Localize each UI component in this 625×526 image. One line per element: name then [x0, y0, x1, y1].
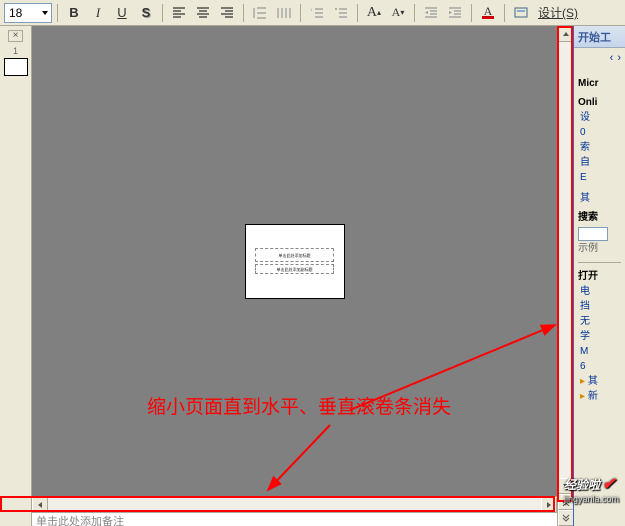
- slide-number: 1: [0, 46, 31, 56]
- vertical-scrollbar[interactable]: [557, 26, 573, 526]
- task-link[interactable]: 索: [580, 140, 621, 155]
- horizontal-scrollbar[interactable]: [32, 496, 557, 512]
- task-pane-body: Micr Onli 设 0 索 自 E 其 搜索 示例 打开 电 挡 无 学 M…: [574, 68, 625, 408]
- task-forward-button[interactable]: ›: [617, 52, 621, 64]
- scroll-up-button[interactable]: [558, 26, 574, 42]
- formatting-toolbar: 18 B I U S 1 A▴ A▾ A: [0, 0, 625, 26]
- recent-file-link[interactable]: 6: [580, 359, 621, 374]
- align-center-button[interactable]: [192, 2, 214, 24]
- shadow-button[interactable]: S: [135, 2, 157, 24]
- font-color-swatch: [482, 16, 494, 19]
- underline-button[interactable]: U: [111, 2, 133, 24]
- recent-file-link[interactable]: M: [580, 344, 621, 359]
- svg-text:1: 1: [310, 7, 313, 12]
- font-size-value: 18: [9, 6, 22, 20]
- toolbar-separator: [504, 4, 505, 22]
- task-pane-title: 开始工: [578, 29, 611, 45]
- italic-button[interactable]: I: [87, 2, 109, 24]
- panel-close-button[interactable]: ×: [8, 30, 23, 42]
- task-link[interactable]: 其: [580, 191, 621, 206]
- scroll-left-button[interactable]: [32, 497, 48, 513]
- toolbar-separator: [357, 4, 358, 22]
- scrollbar-track[interactable]: [558, 42, 573, 478]
- toolbar-separator: [243, 4, 244, 22]
- slide[interactable]: 单击此处添加标题 单击此处添加副标题: [245, 224, 345, 299]
- bold-button[interactable]: B: [63, 2, 85, 24]
- font-size-select[interactable]: 18: [4, 3, 52, 23]
- design-dropdown-icon[interactable]: [510, 2, 532, 24]
- decrease-indent-button[interactable]: [420, 2, 442, 24]
- bullet-list-button[interactable]: [330, 2, 352, 24]
- toolbar-separator: [162, 4, 163, 22]
- recent-file-link[interactable]: 学: [580, 329, 621, 344]
- scroll-down-button[interactable]: [558, 478, 574, 494]
- design-button[interactable]: 设计(S): [534, 4, 582, 21]
- task-link[interactable]: 设: [580, 110, 621, 125]
- slide-thumbnail[interactable]: [4, 58, 28, 76]
- example-label: 示例: [578, 241, 621, 256]
- toolbar-separator: [300, 4, 301, 22]
- recent-file-link[interactable]: 电: [580, 284, 621, 299]
- numbered-list-button[interactable]: 1: [306, 2, 328, 24]
- office-online-heading: Micr: [578, 76, 621, 91]
- align-left-button[interactable]: [168, 2, 190, 24]
- task-pane: 开始工 ‹ › Micr Onli 设 0 索 自 E 其 搜索 示例 打开 电…: [573, 26, 625, 526]
- slide-canvas[interactable]: 单击此处添加标题 单击此处添加副标题: [32, 26, 557, 496]
- task-back-button[interactable]: ‹: [610, 52, 614, 64]
- line-spacing-button[interactable]: [249, 2, 271, 24]
- align-right-button[interactable]: [216, 2, 238, 24]
- notes-pane[interactable]: 单击此处添加备注: [32, 512, 557, 526]
- recent-file-link[interactable]: 无: [580, 314, 621, 329]
- prev-slide-button[interactable]: [558, 494, 574, 510]
- slide-edit-area: 单击此处添加标题 单击此处添加副标题 单击此处添加备注: [32, 26, 557, 526]
- toolbar-separator: [471, 4, 472, 22]
- recent-file-link[interactable]: 挡: [580, 299, 621, 314]
- search-input[interactable]: [578, 227, 608, 241]
- subtitle-placeholder[interactable]: 单击此处添加副标题: [255, 264, 333, 274]
- task-link[interactable]: 0: [580, 125, 621, 140]
- toolbar-separator: [57, 4, 58, 22]
- new-presentation-link[interactable]: 新: [580, 389, 621, 404]
- search-label: 搜索: [578, 210, 621, 225]
- font-color-button[interactable]: A: [477, 2, 499, 24]
- slide-thumbnail-panel: × 1: [0, 26, 32, 526]
- task-link[interactable]: 自: [580, 155, 621, 170]
- more-files-link[interactable]: 其: [580, 374, 621, 389]
- task-link[interactable]: E: [580, 170, 621, 185]
- next-slide-button[interactable]: [558, 510, 574, 526]
- scrollbar-track[interactable]: [48, 497, 541, 512]
- open-label: 打开: [578, 269, 621, 284]
- columns-button[interactable]: [273, 2, 295, 24]
- scroll-right-button[interactable]: [541, 497, 557, 513]
- decrease-font-button[interactable]: A▾: [387, 2, 409, 24]
- title-placeholder[interactable]: 单击此处添加标题: [255, 248, 333, 262]
- increase-font-button[interactable]: A▴: [363, 2, 385, 24]
- toolbar-separator: [414, 4, 415, 22]
- task-pane-header: 开始工: [574, 26, 625, 48]
- increase-indent-button[interactable]: [444, 2, 466, 24]
- task-separator: [578, 262, 621, 263]
